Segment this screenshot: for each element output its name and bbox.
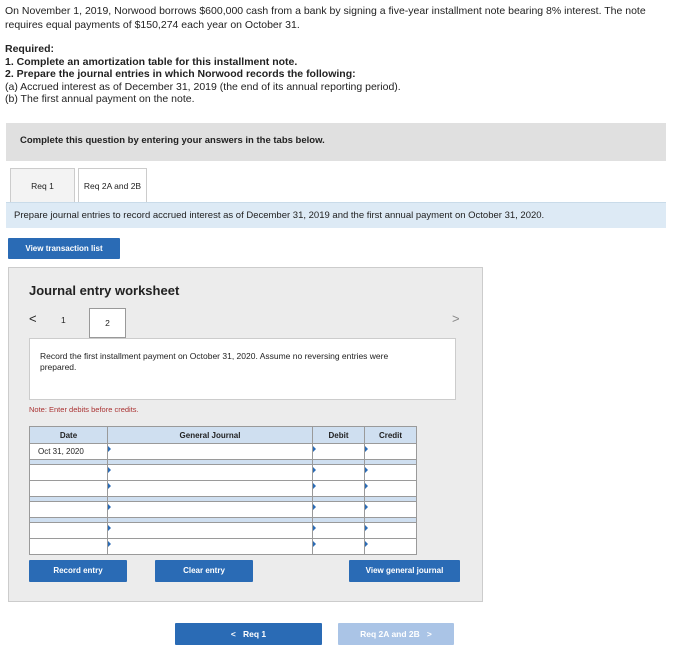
tab-instruction: Prepare journal entries to record accrue… bbox=[6, 202, 666, 228]
required-item-2b: (b) The first annual payment on the note… bbox=[5, 93, 195, 105]
record-instruction-text: Record the first installment payment on … bbox=[40, 351, 389, 372]
date-cell[interactable] bbox=[29, 501, 108, 518]
page-1-button[interactable]: 1 bbox=[61, 315, 66, 325]
account-input[interactable] bbox=[107, 501, 313, 518]
instructions-banner: Complete this question by entering your … bbox=[6, 123, 666, 161]
debit-input[interactable] bbox=[312, 443, 365, 460]
required-heading: Required: bbox=[5, 43, 55, 55]
date-cell[interactable]: Oct 31, 2020 bbox=[29, 443, 108, 460]
banner-text: Complete this question by entering your … bbox=[20, 135, 325, 146]
view-transaction-list-button[interactable]: View transaction list bbox=[8, 238, 120, 259]
credit-input[interactable] bbox=[364, 443, 417, 460]
tab-req-2a-2b[interactable]: Req 2A and 2B bbox=[78, 168, 147, 204]
prev-tab-button[interactable]: < Req 1 bbox=[175, 623, 322, 645]
date-cell[interactable] bbox=[29, 464, 108, 481]
record-entry-button[interactable]: Record entry bbox=[29, 560, 127, 582]
credit-input[interactable] bbox=[364, 480, 417, 497]
date-cell[interactable] bbox=[29, 522, 108, 539]
column-header-debit: Debit bbox=[312, 426, 365, 444]
record-instruction-box: Record the first installment payment on … bbox=[29, 338, 456, 400]
account-input[interactable] bbox=[107, 464, 313, 481]
page-2-button[interactable]: 2 bbox=[89, 308, 126, 338]
chevron-right-icon: > bbox=[426, 629, 432, 639]
chevron-right-icon[interactable]: > bbox=[452, 311, 460, 326]
tab-req-1[interactable]: Req 1 bbox=[10, 168, 75, 204]
chevron-left-icon: < bbox=[230, 629, 236, 639]
column-header-date: Date bbox=[29, 426, 108, 444]
column-header-general-journal: General Journal bbox=[107, 426, 313, 444]
required-item-2: 2. Prepare the journal entries in which … bbox=[5, 68, 356, 80]
credit-input[interactable] bbox=[364, 538, 417, 555]
table-row bbox=[29, 501, 417, 518]
debit-input[interactable] bbox=[312, 538, 365, 555]
problem-statement: On November 1, 2019, Norwood borrows $60… bbox=[5, 5, 646, 31]
debit-input[interactable] bbox=[312, 522, 365, 539]
prev-tab-label: Req 1 bbox=[242, 629, 267, 639]
table-row bbox=[29, 522, 417, 539]
date-cell[interactable] bbox=[29, 538, 108, 555]
required-section: Required: 1. Complete an amortization ta… bbox=[5, 43, 401, 106]
journal-table: Date General Journal Debit Credit Oct 31… bbox=[29, 426, 417, 555]
account-input[interactable] bbox=[107, 480, 313, 497]
account-input[interactable] bbox=[107, 522, 313, 539]
table-row: Oct 31, 2020 bbox=[29, 443, 417, 460]
debit-input[interactable] bbox=[312, 480, 365, 497]
view-general-journal-button[interactable]: View general journal bbox=[349, 560, 460, 582]
column-header-credit: Credit bbox=[364, 426, 417, 444]
chevron-left-icon[interactable]: < bbox=[29, 311, 37, 326]
table-row bbox=[29, 480, 417, 497]
journal-entry-worksheet: Journal entry worksheet < 1 2 > Record t… bbox=[8, 267, 483, 602]
next-tab-button: Req 2A and 2B > bbox=[338, 623, 454, 645]
clear-entry-button[interactable]: Clear entry bbox=[155, 560, 253, 582]
next-tab-label: Req 2A and 2B bbox=[360, 629, 420, 639]
required-item-2a: (a) Accrued interest as of December 31, … bbox=[5, 80, 401, 93]
table-row bbox=[29, 538, 417, 555]
instruction-text: Prepare journal entries to record accrue… bbox=[14, 210, 545, 221]
credit-input[interactable] bbox=[364, 464, 417, 481]
table-row bbox=[29, 464, 417, 481]
account-input[interactable] bbox=[107, 443, 313, 460]
debit-input[interactable] bbox=[312, 464, 365, 481]
credit-input[interactable] bbox=[364, 501, 417, 518]
debits-credits-note: Note: Enter debits before credits. bbox=[29, 405, 139, 414]
date-cell[interactable] bbox=[29, 480, 108, 497]
credit-input[interactable] bbox=[364, 522, 417, 539]
debit-input[interactable] bbox=[312, 501, 365, 518]
worksheet-title: Journal entry worksheet bbox=[29, 283, 180, 298]
account-input[interactable] bbox=[107, 538, 313, 555]
journal-header-row: Date General Journal Debit Credit bbox=[29, 426, 417, 444]
required-item-1: 1. Complete an amortization table for th… bbox=[5, 55, 298, 68]
